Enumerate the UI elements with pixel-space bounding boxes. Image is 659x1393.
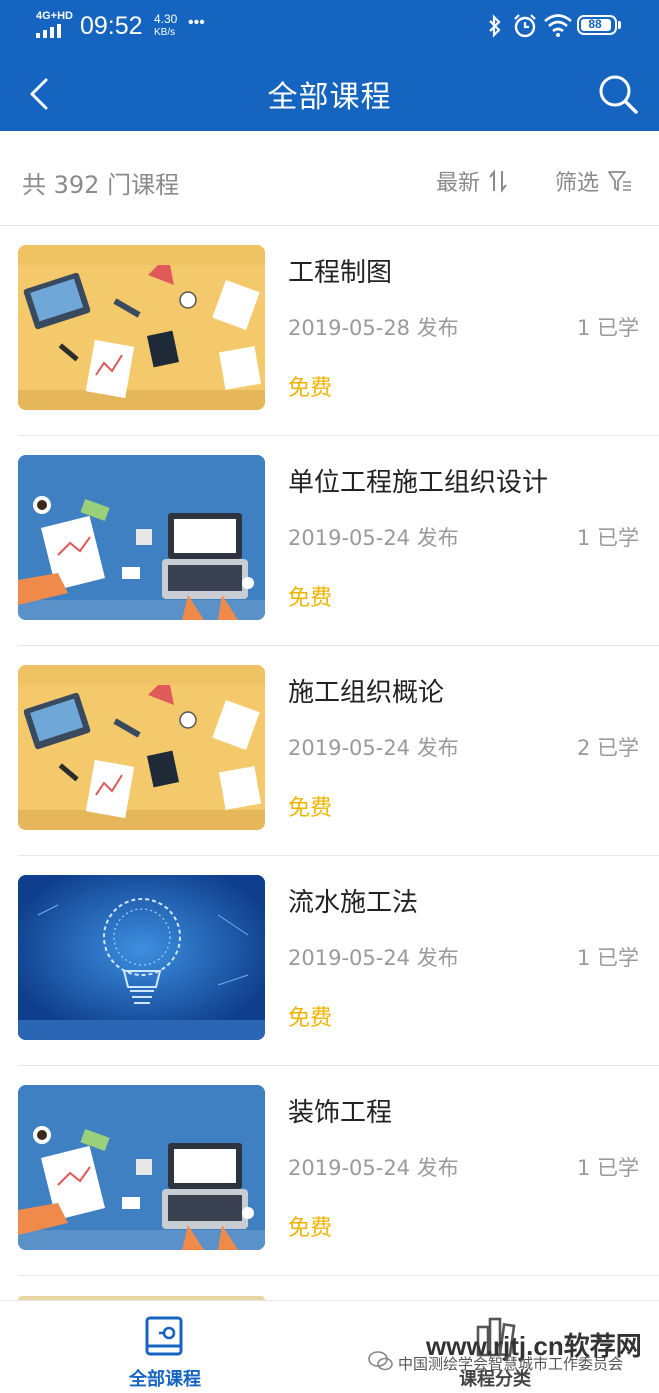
more-dots: •••	[188, 14, 205, 31]
learner-count: 1 已学	[576, 316, 639, 340]
net-speed-value: 4.30	[154, 12, 178, 26]
divider	[18, 1275, 659, 1276]
course-thumbnail	[18, 1085, 265, 1250]
status-bar: 4G+HD 09:52 4.30 KB/s ••• 88	[0, 0, 659, 52]
search-icon[interactable]	[596, 72, 640, 116]
learner-count: 1 已学	[576, 946, 639, 970]
course-date: 2019-05-24 发布	[288, 736, 459, 760]
learner-count: 1 已学	[576, 526, 639, 550]
net-speed-unit: KB/s	[154, 27, 176, 38]
course-title: 单位工程施工组织设计	[288, 468, 549, 498]
app-header: 4G+HD 09:52 4.30 KB/s ••• 88 全部课程	[0, 0, 659, 131]
filter-label: 筛选	[555, 171, 600, 196]
course-thumbnail	[18, 455, 265, 620]
signal-icon	[36, 24, 61, 38]
watermark-org: 中国测绘学会智慧城市工作委员会	[398, 1356, 624, 1373]
course-price: 免费	[288, 376, 333, 401]
book-icon	[145, 1316, 183, 1356]
learner-count: 2 已学	[576, 736, 639, 760]
course-thumbnail	[18, 245, 265, 410]
course-item[interactable]: 流水施工法 2019-05-24 发布 1 已学 免费	[0, 856, 659, 1066]
alarm-icon	[514, 14, 536, 38]
course-title: 工程制图	[288, 258, 393, 288]
battery-tip	[618, 21, 621, 29]
course-thumbnail	[18, 665, 265, 830]
learner-count: 1 已学	[576, 1156, 639, 1180]
course-price: 免费	[288, 1006, 333, 1031]
network-indicator: 4G+HD	[36, 10, 73, 22]
sort-label: 最新	[436, 171, 481, 196]
wifi-icon	[544, 14, 572, 37]
course-count: 共 392 门课程	[22, 171, 180, 199]
status-time: 09:52	[80, 12, 143, 40]
filter-icon	[608, 171, 632, 191]
course-date: 2019-05-24 发布	[288, 526, 459, 550]
filter-button[interactable]: 筛选	[555, 165, 633, 197]
bluetooth-icon	[489, 14, 501, 38]
course-item[interactable]: 工程制图 2019-05-28 发布 1 已学 免费	[0, 226, 659, 436]
course-thumbnail	[18, 875, 265, 1040]
tab-all-courses[interactable]: 全部课程	[0, 1301, 330, 1393]
course-title: 流水施工法	[288, 888, 419, 918]
course-item[interactable]: 装饰工程 2019-05-24 发布 1 已学 免费	[0, 1066, 659, 1276]
tab-label: 全部课程	[129, 1369, 201, 1390]
battery-level: 88	[588, 17, 602, 31]
sort-newest-button[interactable]: 最新	[436, 165, 508, 197]
wechat-icon	[368, 1351, 393, 1371]
course-date: 2019-05-24 发布	[288, 1156, 459, 1180]
course-price: 免费	[288, 1216, 333, 1241]
course-price: 免费	[288, 586, 333, 611]
sort-icon	[489, 169, 507, 193]
course-date: 2019-05-24 发布	[288, 946, 459, 970]
course-title: 施工组织概论	[288, 678, 445, 708]
course-date: 2019-05-28 发布	[288, 316, 459, 340]
page-title: 全部课程	[267, 80, 392, 115]
course-price: 免费	[288, 796, 333, 821]
course-title: 装饰工程	[288, 1098, 393, 1128]
filter-bar: 共 392 门课程 最新 筛选	[0, 131, 659, 226]
course-item[interactable]: 施工组织概论 2019-05-24 发布 2 已学 免费	[0, 646, 659, 856]
course-item[interactable]: 单位工程施工组织设计 2019-05-24 发布 1 已学 免费	[0, 436, 659, 646]
nav-bar: 全部课程	[0, 52, 659, 131]
